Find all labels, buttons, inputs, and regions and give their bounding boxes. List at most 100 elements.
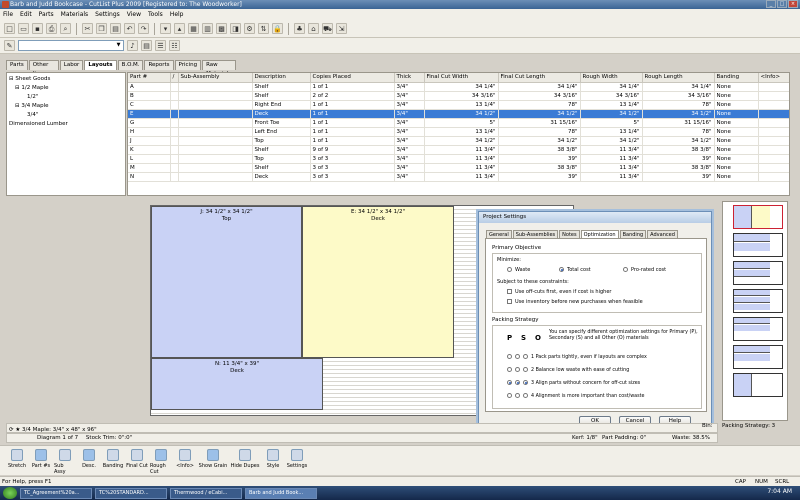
settings-icon[interactable]: ⚙ [244, 23, 255, 34]
table-cell[interactable]: 11 3/4" [424, 145, 499, 155]
table-cell[interactable]: 31 15/16" [642, 118, 715, 128]
table-row[interactable]: J Top 1 of 1 3/4" 34 1/2" 34 1/2" 34 1/2" 34 1/… [128, 136, 789, 146]
table-cell[interactable] [170, 172, 179, 182]
table-cell[interactable]: 13 1/4" [424, 100, 499, 110]
tree-icon[interactable]: ♣ [294, 23, 305, 34]
table-cell[interactable]: J [128, 136, 171, 146]
table-cell[interactable] [170, 154, 179, 164]
table-cell[interactable]: 1 of 1 [310, 100, 395, 110]
table-cell[interactable]: 1 of 1 [310, 136, 395, 146]
table-cell[interactable]: 34 1/4" [580, 82, 643, 92]
table-cell[interactable]: 78" [498, 127, 581, 137]
paste-icon[interactable]: ▤ [110, 23, 121, 34]
tab-other-items[interactable]: Other Items [28, 60, 59, 77]
music-note-icon[interactable]: ♪ [127, 40, 138, 51]
table-cell[interactable]: 34 3/16" [424, 91, 499, 101]
table-cell[interactable]: 34 1/2" [498, 136, 581, 146]
save-icon[interactable]: ▪ [32, 23, 43, 34]
table-cell[interactable]: 39" [642, 154, 715, 164]
table-cell[interactable]: 34 1/2" [642, 109, 715, 119]
table-cell[interactable]: None [714, 118, 759, 128]
table-cell[interactable] [178, 136, 253, 146]
table-cell[interactable] [178, 127, 253, 137]
table-cell[interactable]: 13 1/4" [580, 100, 643, 110]
menu-parts[interactable]: Parts [39, 11, 54, 18]
menu-edit[interactable]: Edit [20, 11, 32, 18]
column-header[interactable]: Banding [714, 73, 759, 83]
table-cell[interactable]: 2 of 2 [310, 91, 395, 101]
table-cell[interactable]: Deck [252, 172, 311, 182]
minimize-button[interactable]: _ [766, 0, 776, 8]
table-cell[interactable]: None [714, 172, 759, 182]
table-cell[interactable]: A [128, 82, 171, 92]
table-cell[interactable]: None [714, 136, 759, 146]
thumbnail-6[interactable] [733, 345, 783, 369]
table-row[interactable]: M Shelf 3 of 3 3/4" 11 3/4" 38 3/8" 11 3/4" 38 … [128, 163, 789, 173]
table-cell[interactable]: Front Toe [252, 118, 311, 128]
table-cell[interactable]: 3 of 3 [310, 154, 395, 164]
table-cell[interactable]: Left End [252, 127, 311, 137]
thumbnail-5[interactable] [733, 317, 783, 341]
table-cell[interactable]: 78" [498, 100, 581, 110]
layout-part-e[interactable]: E: 34 1/2" x 34 1/2" Deck [302, 206, 454, 358]
table-cell[interactable]: 34 1/2" [424, 136, 499, 146]
table-cell[interactable]: Top [252, 136, 311, 146]
pencil-icon[interactable]: ✎ [4, 40, 15, 51]
table-cell[interactable] [170, 109, 179, 119]
table-cell[interactable] [178, 145, 253, 155]
thumbnail-2[interactable] [733, 233, 783, 257]
inventory-checkbox[interactable]: Use inventory before new purchases when … [507, 299, 643, 305]
column-header[interactable]: Thick [394, 73, 425, 83]
table-cell[interactable]: 3 of 3 [310, 172, 395, 182]
strategy-row-2[interactable]: 2 Balance low waste with ease of cutting [507, 367, 629, 373]
table-cell[interactable]: 38 3/8" [498, 163, 581, 173]
table-cell[interactable] [758, 127, 789, 137]
thumbnail-7[interactable] [733, 373, 783, 397]
rough-cut-button[interactable]: Rough Cut [150, 446, 172, 475]
option-pro-rated-cost[interactable]: Pro-rated cost [623, 267, 666, 273]
table-cell[interactable]: H [128, 127, 171, 137]
table-cell[interactable] [178, 91, 253, 101]
export-icon[interactable]: ⇲ [336, 23, 347, 34]
table-row[interactable]: L Top 3 of 3 3/4" 11 3/4" 39" 11 3/4" 39" None [128, 154, 789, 164]
settings-button[interactable]: Settings [286, 446, 308, 475]
style-button[interactable]: Style [262, 446, 284, 475]
table-cell[interactable]: 3/4" [394, 136, 425, 146]
delete-row-icon[interactable]: ▴ [174, 23, 185, 34]
cut-icon[interactable]: ✂ [82, 23, 93, 34]
column-header[interactable]: Rough Width [580, 73, 643, 83]
open-folder-icon[interactable]: ▭ [18, 23, 29, 34]
table-cell[interactable]: 1 of 1 [310, 118, 395, 128]
layout-icon[interactable]: ◨ [230, 23, 241, 34]
table-cell[interactable]: 38 3/8" [642, 145, 715, 155]
table-cell[interactable]: None [714, 163, 759, 173]
table-cell[interactable] [170, 145, 179, 155]
table-cell[interactable]: 3/4" [394, 154, 425, 164]
table-cell[interactable]: 34 3/16" [580, 91, 643, 101]
thumbnail-3[interactable] [733, 261, 783, 285]
table-cell[interactable] [170, 118, 179, 128]
tree-item-half-maple[interactable]: ⊟ 1/2 Maple [9, 84, 123, 93]
table-cell[interactable]: 1 of 1 [310, 127, 395, 137]
column-header[interactable]: <Info> [758, 73, 789, 83]
table-cell[interactable]: 11 3/4" [424, 172, 499, 182]
table-cell[interactable] [170, 136, 179, 146]
table-cell[interactable] [178, 154, 253, 164]
taskbar-item-3[interactable]: Thermwood / eCabi... [170, 487, 242, 499]
checklist-icon[interactable]: ☷ [169, 40, 180, 51]
table-cell[interactable]: 31 15/16" [498, 118, 581, 128]
table-cell[interactable]: None [714, 127, 759, 137]
table-cell[interactable] [178, 172, 253, 182]
print-preview-icon[interactable]: ⌕ [60, 23, 71, 34]
menu-file[interactable]: File [3, 11, 13, 18]
table-cell[interactable]: 11 3/4" [424, 154, 499, 164]
column-header[interactable]: Sub-Assembly [178, 73, 253, 83]
tab-layouts[interactable]: Layouts [84, 60, 117, 70]
new-file-icon[interactable]: □ [4, 23, 15, 34]
table-cell[interactable]: 3 of 3 [310, 163, 395, 173]
banding-button[interactable]: Banding [102, 446, 124, 475]
table-cell[interactable]: 38 3/8" [642, 163, 715, 173]
table-cell[interactable]: Shelf [252, 82, 311, 92]
tree-item-dimensioned-lumber[interactable]: Dimensioned Lumber [9, 120, 123, 129]
table-cell[interactable]: E [128, 109, 171, 119]
